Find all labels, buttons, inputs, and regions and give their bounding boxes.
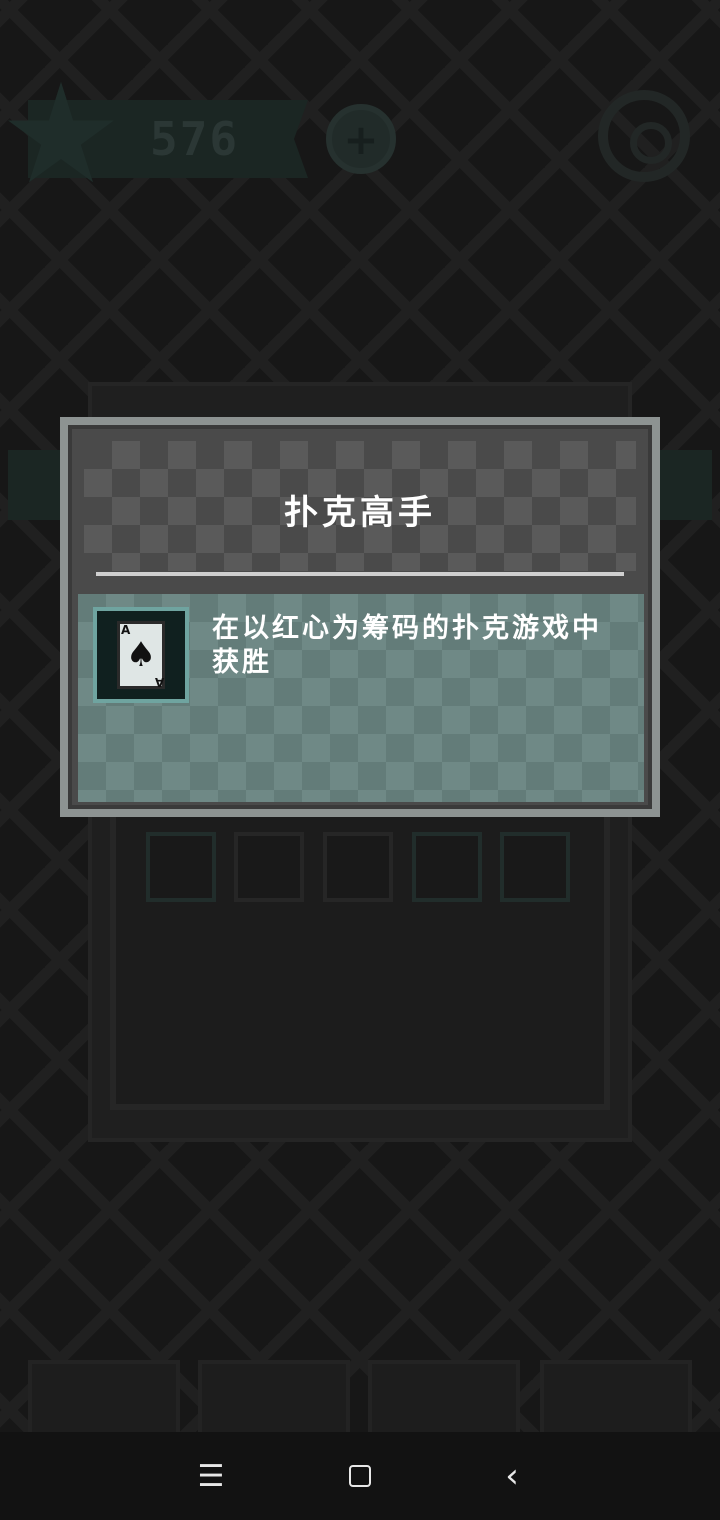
achievement-description: 在以红心为筹码的扑克游戏中获胜	[212, 613, 602, 678]
system-navigation-bar: ☰ ‹	[0, 1432, 720, 1520]
back-icon[interactable]: ‹	[472, 1432, 552, 1520]
recent-apps-icon[interactable]: ☰	[171, 1432, 251, 1520]
dialog-divider	[96, 572, 624, 576]
card-rank-bottom: A	[155, 675, 165, 689]
spade-ace-card-icon: ♠ A A	[93, 607, 189, 703]
home-icon[interactable]	[320, 1432, 400, 1520]
card-rank-top: A	[121, 623, 131, 637]
dialog-title: 扑克高手	[284, 493, 436, 533]
